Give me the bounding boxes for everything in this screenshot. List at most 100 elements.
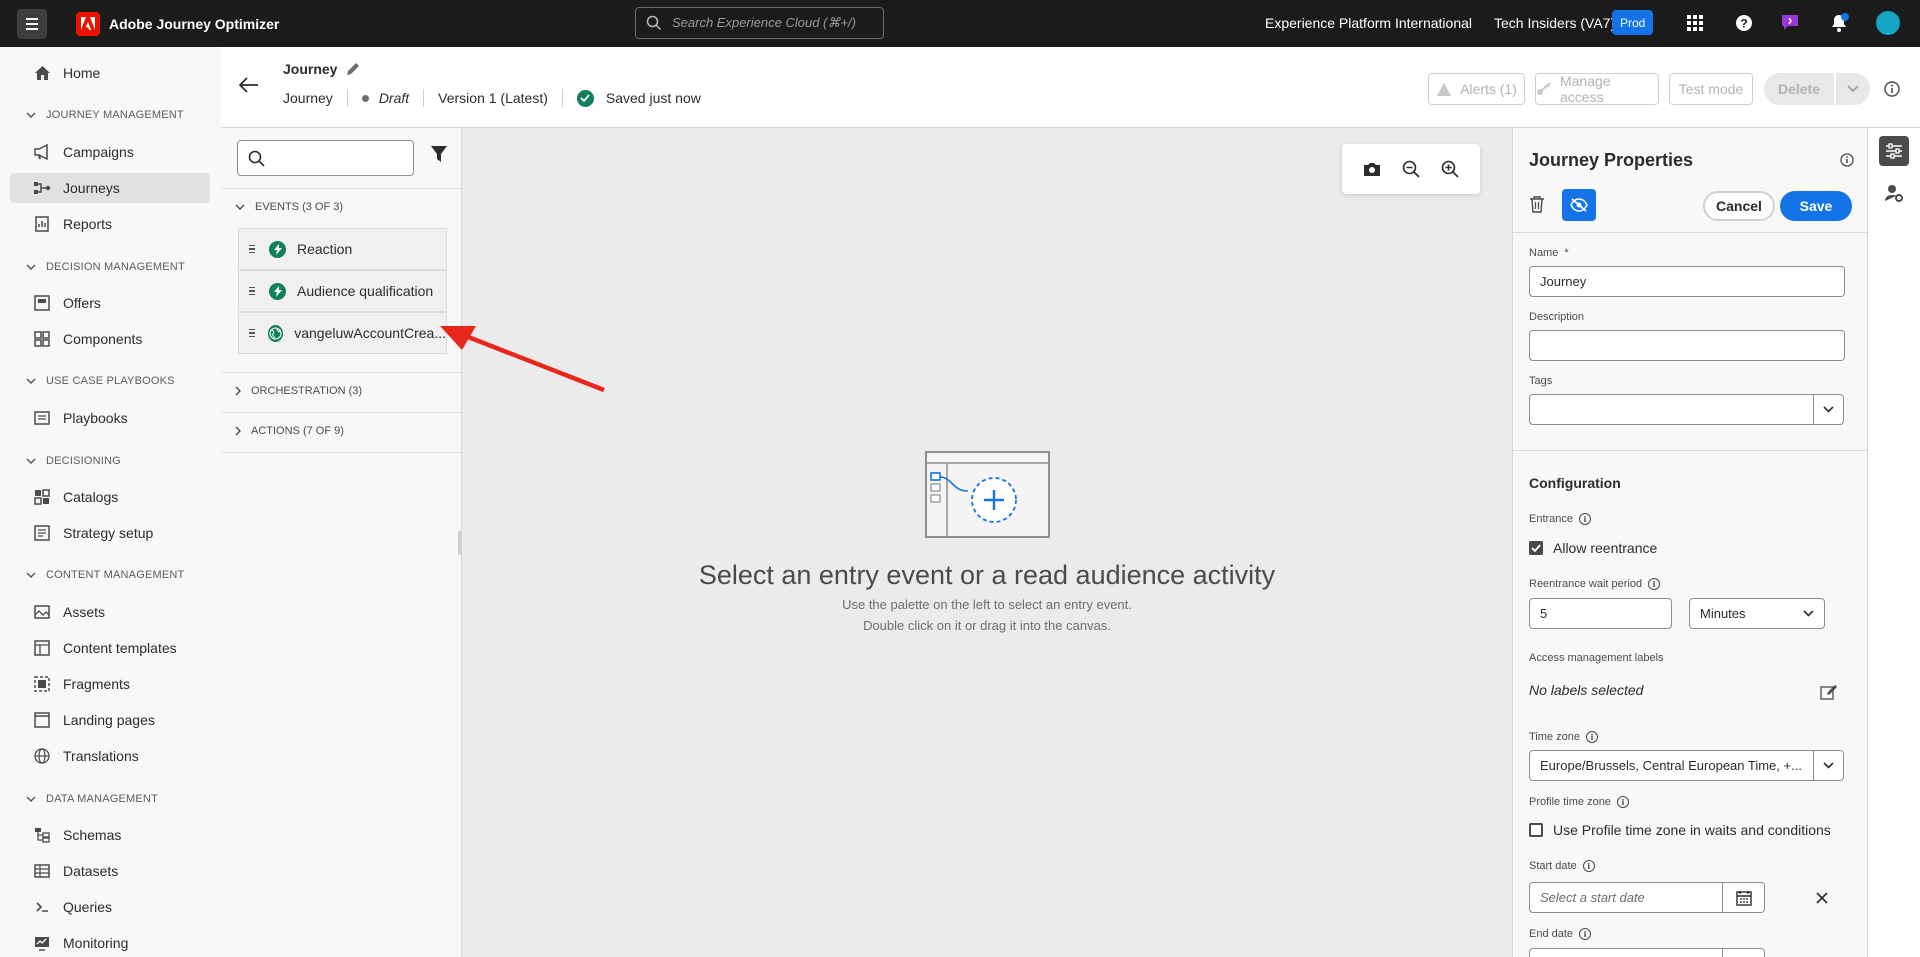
end-date-input[interactable] [1529, 948, 1723, 957]
nav-item-strategy-setup[interactable]: Strategy setup [10, 518, 210, 548]
info-icon[interactable]: i [1579, 513, 1592, 525]
user-avatar[interactable] [1876, 11, 1900, 35]
nav-section-content-management[interactable]: CONTENT MANAGEMENT [26, 569, 184, 581]
help-icon[interactable]: ? [1733, 12, 1755, 34]
nav-item-home[interactable]: Home [10, 58, 210, 88]
nav-item-monitoring[interactable]: Monitoring [10, 928, 210, 957]
palette-search-input[interactable] [237, 140, 414, 176]
allow-reentrance-checkbox[interactable]: Allow reentrance [1529, 540, 1657, 556]
timezone-dropdown-button[interactable] [1813, 750, 1844, 781]
global-search-input[interactable]: Search Experience Cloud (⌘+/) [635, 7, 884, 39]
delete-button[interactable]: Delete [1764, 73, 1834, 105]
event-item-account-creation[interactable]: vangeluwAccountCrea... [238, 312, 447, 354]
journey-meta: Journey Draft Version 1 (Latest) Saved j… [283, 89, 701, 107]
event-item-reaction[interactable]: Reaction [238, 228, 447, 270]
filter-icon[interactable] [431, 146, 447, 162]
orchestration-section-toggle[interactable]: ORCHESTRATION (3) [235, 385, 362, 397]
sandbox-switcher[interactable]: Tech Insiders (VA7) [1494, 15, 1615, 31]
nav-section-journey-management[interactable]: JOURNEY MANAGEMENT [26, 109, 184, 121]
nav-item-datasets[interactable]: Datasets [10, 856, 210, 886]
actions-section-toggle[interactable]: ACTIONS (7 OF 9) [235, 425, 344, 437]
edit-labels-icon[interactable] [1820, 684, 1837, 701]
notifications-icon[interactable] [1828, 12, 1850, 34]
timezone-input[interactable]: Europe/Brussels, Central European Time, … [1529, 750, 1814, 781]
journey-canvas[interactable]: Select an entry event or a read audience… [462, 128, 1512, 957]
nav-item-journeys[interactable]: Journeys [10, 173, 210, 203]
tags-input[interactable] [1529, 394, 1814, 425]
nav-item-catalogs[interactable]: Catalogs [10, 482, 210, 512]
nav-item-playbooks[interactable]: Playbooks [10, 403, 210, 433]
clear-icon[interactable] [1816, 892, 1828, 904]
nav-item-queries[interactable]: Queries [10, 892, 210, 922]
section-label: DECISIONING [46, 455, 121, 467]
events-section-toggle[interactable]: EVENTS (3 OF 3) [235, 201, 343, 213]
start-date-input[interactable]: Select a start date [1529, 882, 1723, 913]
visibility-toggle-button[interactable] [1562, 189, 1596, 221]
info-icon[interactable]: i [1582, 860, 1595, 872]
info-icon[interactable] [1840, 153, 1854, 167]
canvas-toolbar [1342, 144, 1480, 194]
landing-page-icon [33, 711, 51, 729]
nav-label: Home [63, 65, 101, 81]
info-icon[interactable]: i [1579, 928, 1592, 940]
label-text: Reentrance wait period [1529, 578, 1643, 590]
drag-handle-icon[interactable] [249, 286, 257, 296]
alerts-button[interactable]: Alerts (1) [1428, 73, 1525, 105]
nav-item-campaigns[interactable]: Campaigns [10, 137, 210, 167]
reentrance-wait-input[interactable]: 5 [1529, 598, 1672, 629]
zoom-in-icon[interactable] [1441, 160, 1459, 178]
manage-access-button[interactable]: Manage access [1535, 73, 1659, 105]
user-settings-toggle[interactable] [1879, 178, 1909, 208]
feedback-icon[interactable] [1779, 12, 1801, 34]
palette-resize-handle[interactable] [458, 531, 462, 555]
right-rail [1868, 128, 1920, 957]
info-icon[interactable]: i [1648, 578, 1661, 590]
nav-item-assets[interactable]: Assets [10, 597, 210, 627]
name-input[interactable]: Journey [1529, 266, 1845, 297]
cancel-button[interactable]: Cancel [1703, 191, 1775, 221]
info-icon[interactable]: i [1585, 731, 1598, 743]
properties-panel-toggle[interactable] [1879, 136, 1909, 166]
reentrance-unit-select[interactable]: Minutes [1689, 598, 1825, 629]
nav-item-translations[interactable]: Translations [10, 741, 210, 771]
manage-access-label: Manage access [1559, 73, 1611, 105]
checkmark-icon [576, 89, 594, 107]
nav-section-data-management[interactable]: DATA MANAGEMENT [26, 793, 158, 805]
drag-handle-icon[interactable] [249, 244, 257, 254]
drag-handle-icon[interactable] [249, 328, 256, 338]
left-navigation: Home JOURNEY MANAGEMENT Campaigns Journe… [0, 47, 221, 957]
nav-item-schemas[interactable]: Schemas [10, 820, 210, 850]
nav-item-fragments[interactable]: Fragments [10, 669, 210, 699]
test-mode-button[interactable]: Test mode [1669, 73, 1753, 105]
end-date-calendar-button[interactable] [1722, 948, 1765, 957]
description-field-label: Description [1529, 311, 1584, 323]
trash-icon[interactable] [1529, 196, 1545, 213]
camera-icon[interactable] [1363, 162, 1381, 177]
save-button[interactable]: Save [1780, 191, 1852, 221]
event-item-audience-qualification[interactable]: Audience qualification [238, 270, 447, 312]
profile-timezone-checkbox[interactable]: Use Profile time zone in waits and condi… [1529, 822, 1831, 838]
nav-item-reports[interactable]: Reports [10, 209, 210, 239]
apps-grid-icon[interactable] [1684, 12, 1706, 34]
menu-icon[interactable] [17, 8, 47, 39]
description-input[interactable] [1529, 330, 1845, 361]
nav-section-use-case-playbooks[interactable]: USE CASE PLAYBOOKS [26, 375, 175, 387]
zoom-out-icon[interactable] [1402, 160, 1420, 178]
start-date-calendar-button[interactable] [1722, 882, 1765, 913]
nav-label: Schemas [63, 827, 122, 843]
environment-badge[interactable]: Prod [1612, 10, 1654, 35]
nav-item-landing-pages[interactable]: Landing pages [10, 705, 210, 735]
info-icon[interactable] [1884, 81, 1900, 97]
templates-icon [33, 639, 51, 657]
nav-item-content-templates[interactable]: Content templates [10, 633, 210, 663]
more-actions-dropdown[interactable] [1836, 73, 1870, 105]
edit-pencil-icon[interactable] [345, 61, 361, 77]
org-switcher[interactable]: Experience Platform International [1265, 15, 1472, 31]
tags-dropdown-button[interactable] [1813, 394, 1844, 425]
nav-section-decision-management[interactable]: DECISION MANAGEMENT [26, 261, 185, 273]
nav-section-decisioning[interactable]: DECISIONING [26, 455, 121, 467]
nav-item-offers[interactable]: Offers [10, 288, 210, 318]
back-arrow-icon[interactable] [239, 77, 259, 93]
nav-item-components[interactable]: Components [10, 324, 210, 354]
info-icon[interactable]: i [1616, 796, 1629, 808]
